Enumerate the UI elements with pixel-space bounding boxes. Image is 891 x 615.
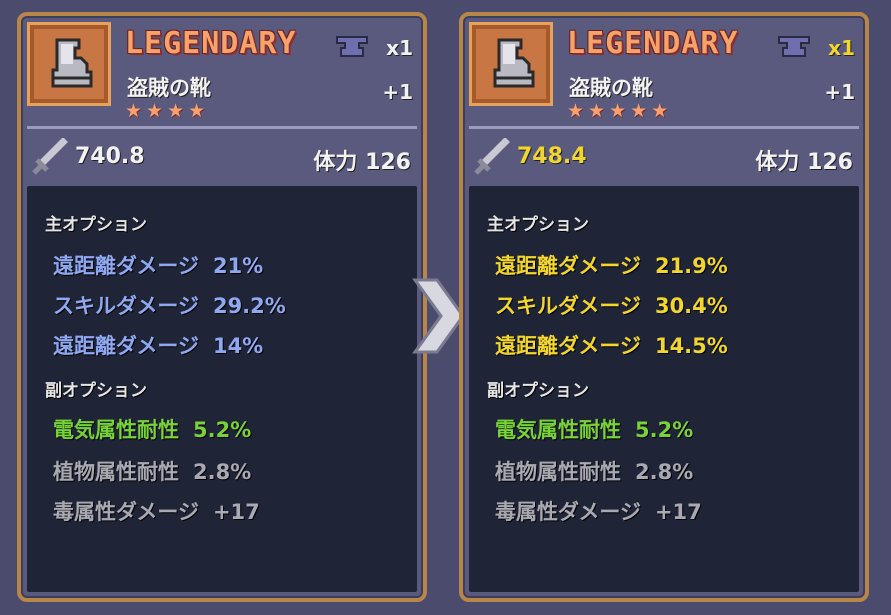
option-value: 2.8% — [635, 460, 694, 484]
sub-option-row: 毒属性ダメージ +17 — [495, 496, 702, 526]
divider — [27, 126, 417, 129]
sub-options-header: 副オプション — [45, 381, 147, 401]
main-options-header: 主オプション — [45, 215, 147, 235]
power-value: 748.4 — [517, 144, 587, 169]
option-value: 30.4% — [654, 294, 728, 318]
star-icon: ★ — [609, 100, 627, 122]
power-value: 740.8 — [75, 144, 145, 169]
options-panel: 主オプション 遠距離ダメージ 21.9% スキルダメージ 30.4% 遠距離ダメージ… — [469, 186, 859, 592]
option-label: 毒属性ダメージ — [53, 500, 199, 524]
sword-icon — [32, 138, 68, 175]
option-value: +17 — [212, 500, 260, 524]
rarity-label: LEGENDARY — [125, 26, 297, 61]
boot-icon — [51, 38, 93, 88]
stamina-value: 体力 126 — [755, 150, 853, 175]
star-icon: ★ — [125, 100, 143, 122]
star-icon: ★ — [188, 100, 206, 122]
item-card-after: LEGENDARY x1 盗賊の靴 +1 ★ ★ ★ ★ ★ 748.4 体力 … — [459, 12, 869, 602]
star-icon: ★ — [567, 100, 585, 122]
sub-options-header: 副オプション — [487, 381, 589, 401]
item-count: x1 — [386, 36, 413, 60]
star-icon: ★ — [588, 100, 606, 122]
option-label: 遠距離ダメージ — [53, 334, 199, 358]
sub-option-row: 毒属性ダメージ +17 — [53, 496, 260, 526]
option-value: 5.2% — [635, 418, 694, 442]
main-option-row: 遠距離ダメージ 14.5% — [495, 330, 728, 360]
option-label: 電気属性耐性 — [495, 418, 621, 442]
main-option-row: スキルダメージ 29.2% — [53, 290, 286, 320]
sub-option-row: 植物属性耐性 2.8% — [495, 456, 693, 486]
option-value: 2.8% — [193, 460, 252, 484]
star-icon: ★ — [651, 100, 669, 122]
option-value: 14.5% — [654, 334, 728, 358]
item-count: x1 — [828, 36, 855, 60]
divider — [469, 126, 859, 129]
star-icon: ★ — [167, 100, 185, 122]
star-icon: ★ — [146, 100, 164, 122]
sub-option-row: 電気属性耐性 5.2% — [53, 414, 251, 444]
item-name: 盗賊の靴 — [569, 76, 653, 100]
option-label: 遠距離ダメージ — [495, 254, 641, 278]
option-label: 毒属性ダメージ — [495, 500, 641, 524]
main-option-row: 遠距離ダメージ 21% — [53, 250, 263, 280]
option-label: 植物属性耐性 — [53, 460, 179, 484]
star-rating: ★ ★ ★ ★ — [125, 102, 205, 121]
option-label: 植物属性耐性 — [495, 460, 621, 484]
main-option-row: スキルダメージ 30.4% — [495, 290, 728, 320]
main-option-row: 遠距離ダメージ 14% — [53, 330, 263, 360]
stamina-value: 体力 126 — [313, 150, 411, 175]
option-value: 5.2% — [193, 418, 252, 442]
option-label: 電気属性耐性 — [53, 418, 179, 442]
star-rating: ★ ★ ★ ★ ★ — [567, 102, 668, 121]
sub-option-row: 電気属性耐性 5.2% — [495, 414, 693, 444]
option-value: +17 — [654, 500, 702, 524]
option-value: 21.9% — [654, 254, 728, 278]
option-value: 21% — [212, 254, 264, 278]
option-label: スキルダメージ — [53, 294, 199, 318]
anvil-icon — [336, 36, 368, 57]
enhance-level: +1 — [824, 80, 855, 104]
item-card-before: LEGENDARY x1 盗賊の靴 +1 ★ ★ ★ ★ 740.8 体力 12… — [17, 12, 427, 602]
option-label: スキルダメージ — [495, 294, 641, 318]
star-icon: ★ — [630, 100, 648, 122]
rarity-label: LEGENDARY — [567, 26, 739, 61]
option-label: 遠距離ダメージ — [53, 254, 199, 278]
option-value: 29.2% — [212, 294, 286, 318]
options-panel: 主オプション 遠距離ダメージ 21% スキルダメージ 29.2% 遠距離ダメージ 14… — [27, 186, 417, 592]
enhance-level: +1 — [382, 80, 413, 104]
sword-icon — [474, 138, 510, 175]
anvil-icon — [778, 36, 810, 57]
boot-icon — [493, 38, 535, 88]
main-options-header: 主オプション — [487, 215, 589, 235]
main-option-row: 遠距離ダメージ 21.9% — [495, 250, 728, 280]
boot-item-icon[interactable] — [27, 22, 111, 106]
option-value: 14% — [212, 334, 264, 358]
sub-option-row: 植物属性耐性 2.8% — [53, 456, 251, 486]
boot-item-icon[interactable] — [469, 22, 553, 106]
item-name: 盗賊の靴 — [127, 76, 211, 100]
option-label: 遠距離ダメージ — [495, 334, 641, 358]
